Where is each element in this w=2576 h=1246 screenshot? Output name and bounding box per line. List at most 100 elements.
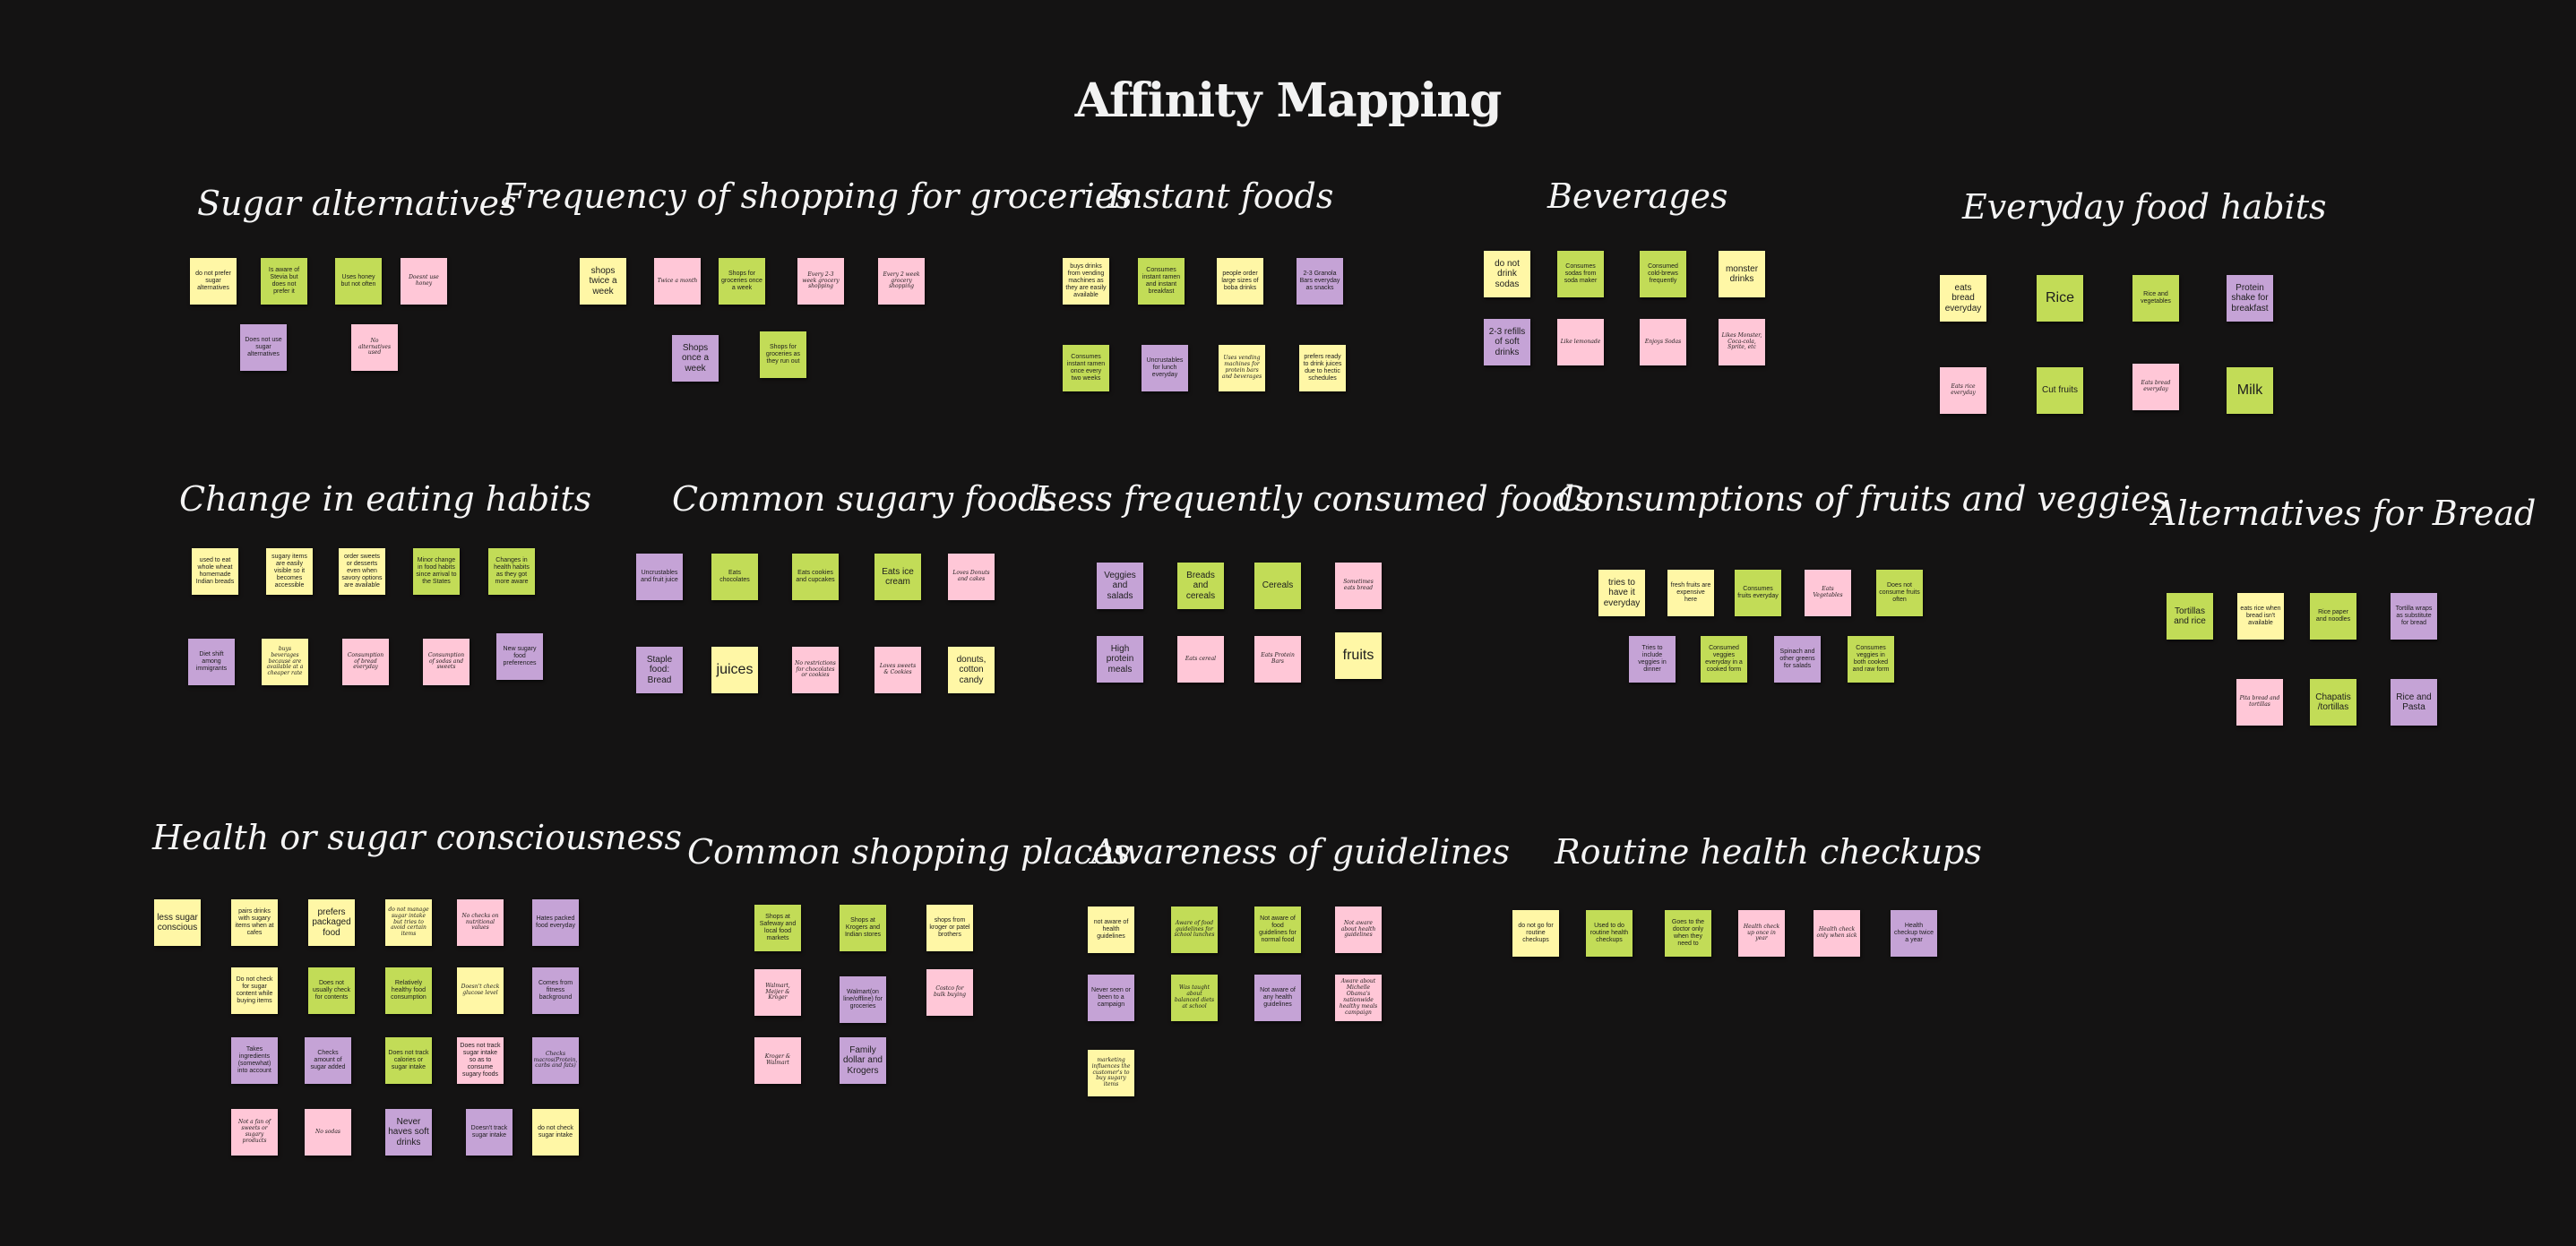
sticky-note-beverages[interactable]: Enjoys Sodas [1640, 319, 1686, 365]
sticky-note-routine-health-checkups[interactable]: Health checkup twice a year [1891, 910, 1937, 957]
cluster-title-change-in-eating-habits[interactable]: Change in eating habits [179, 482, 591, 516]
sticky-note-beverages[interactable]: do not drink sodas [1484, 251, 1530, 297]
sticky-note-awareness-of-guidelines[interactable]: Was taught about balanced diets at schoo… [1171, 975, 1218, 1021]
sticky-note-alternatives-for-bread[interactable]: eats rice when bread isn't available [2237, 593, 2284, 640]
sticky-note-consumptions-of-fruits-and-veggies[interactable]: Tries to include veggies in dinner [1629, 636, 1676, 683]
sticky-note-common-sugary-foods[interactable]: juices [711, 647, 758, 693]
sticky-note-sugar-alternatives[interactable]: Uses honey but not often [335, 258, 382, 305]
cluster-title-instant-foods[interactable]: Instant foods [1107, 179, 1333, 213]
sticky-note-awareness-of-guidelines[interactable]: not aware of health guidelines [1088, 907, 1134, 953]
cluster-title-beverages[interactable]: Beverages [1547, 179, 1728, 213]
sticky-note-alternatives-for-bread[interactable]: Rice and Pasta [2391, 679, 2437, 726]
sticky-note-common-sugary-foods[interactable]: Eats ice cream [874, 554, 921, 600]
sticky-note-alternatives-for-bread[interactable]: Pita bread and tortillas [2236, 679, 2283, 726]
sticky-note-everyday-food-habits[interactable]: eats bread everyday [1940, 275, 1986, 322]
sticky-note-frequency-of-shopping-for-groceries[interactable]: shops twice a week [580, 258, 626, 305]
cluster-title-frequency-of-shopping-for-groceries[interactable]: Frequency of shopping for groceries [502, 179, 1133, 213]
sticky-note-less-frequently-consumed-foods[interactable]: Breads and cereals [1177, 563, 1224, 609]
sticky-note-health-or-sugar-consciousness[interactable]: Hates packed food everyday [532, 899, 579, 946]
sticky-note-sugar-alternatives[interactable]: No alternatives used [351, 324, 398, 371]
sticky-note-less-frequently-consumed-foods[interactable]: fruits [1335, 632, 1382, 679]
sticky-note-everyday-food-habits[interactable]: Milk [2227, 367, 2273, 414]
sticky-note-common-sugary-foods[interactable]: Uncrustables and fruit juice [636, 554, 683, 600]
cluster-title-common-sugary-foods[interactable]: Common sugary foods [672, 482, 1057, 516]
sticky-note-instant-foods[interactable]: buys drinks from vending machines as the… [1063, 258, 1109, 305]
sticky-note-health-or-sugar-consciousness[interactable]: Comes from fitness background [532, 967, 579, 1014]
sticky-note-beverages[interactable]: monster drinks [1719, 251, 1765, 297]
cluster-title-consumptions-of-fruits-and-veggies[interactable]: Consumptions of fruits and veggies [1557, 482, 2168, 516]
sticky-note-common-shopping-places[interactable]: shops from kroger or patel brothers [926, 905, 973, 951]
sticky-note-change-in-eating-habits[interactable]: used to eat whole wheat homemade Indian … [192, 548, 238, 595]
sticky-note-health-or-sugar-consciousness[interactable]: Doesn't check glucose level [457, 967, 504, 1014]
sticky-note-awareness-of-guidelines[interactable]: Not aware of food guidelines for normal … [1254, 907, 1301, 953]
sticky-note-health-or-sugar-consciousness[interactable]: Checks amount of sugar added [305, 1037, 351, 1084]
sticky-note-change-in-eating-habits[interactable]: Changes in health habits as they got mor… [488, 548, 535, 595]
sticky-note-alternatives-for-bread[interactable]: Tortillas and rice [2167, 593, 2213, 640]
sticky-note-common-sugary-foods[interactable]: donuts, cotton candy [948, 647, 995, 693]
sticky-note-change-in-eating-habits[interactable]: sugary items are easily visible so it be… [266, 548, 313, 595]
sticky-note-health-or-sugar-consciousness[interactable]: No checks on nutritional values [457, 899, 504, 946]
sticky-note-sugar-alternatives[interactable]: do not prefer sugar alternatives [190, 258, 237, 305]
sticky-note-change-in-eating-habits[interactable]: Consumption of sodas and sweets [423, 639, 470, 685]
sticky-note-instant-foods[interactable]: Uses vending machines for protein bars a… [1219, 345, 1265, 391]
cluster-title-health-or-sugar-consciousness[interactable]: Health or sugar consciousness [152, 821, 682, 855]
sticky-note-common-sugary-foods[interactable]: Loves sweets & Cookies [874, 647, 921, 693]
sticky-note-change-in-eating-habits[interactable]: New sugary food preferences [496, 633, 543, 680]
sticky-note-change-in-eating-habits[interactable]: buys beverages because are available at … [262, 639, 308, 685]
sticky-note-instant-foods[interactable]: Consumes instant ramen and instant break… [1138, 258, 1185, 305]
sticky-note-less-frequently-consumed-foods[interactable]: Eats cereal [1177, 636, 1224, 683]
sticky-note-common-shopping-places[interactable]: Walmart(on line/offline) for groceries [840, 976, 886, 1023]
sticky-note-common-sugary-foods[interactable]: Eats cookies and cupcakes [792, 554, 839, 600]
sticky-note-change-in-eating-habits[interactable]: Minor change in food habits since arriva… [413, 548, 460, 595]
sticky-note-common-shopping-places[interactable]: Family dollar and Krogers [840, 1037, 886, 1084]
cluster-title-common-shopping-places[interactable]: Common shopping places [687, 835, 1130, 869]
sticky-note-instant-foods[interactable]: people order large sizes of boba drinks [1217, 258, 1263, 305]
sticky-note-awareness-of-guidelines[interactable]: Aware about Michelle Obama's nationwide … [1335, 975, 1382, 1021]
sticky-note-beverages[interactable]: Consumes sodas from soda maker [1557, 251, 1604, 297]
sticky-note-common-sugary-foods[interactable]: Loves Donuts and cakes [948, 554, 995, 600]
sticky-note-routine-health-checkups[interactable]: Used to do routine health checkups [1586, 910, 1633, 957]
sticky-note-health-or-sugar-consciousness[interactable]: Does not track sugar intake so as to con… [457, 1037, 504, 1084]
sticky-note-health-or-sugar-consciousness[interactable]: pairs drinks with sugary items when at c… [231, 899, 278, 946]
sticky-note-routine-health-checkups[interactable]: Health check up once in year [1738, 910, 1785, 957]
sticky-note-awareness-of-guidelines[interactable]: Not aware of any health guidelines [1254, 975, 1301, 1021]
sticky-note-instant-foods[interactable]: Consumes instant ramen once every two we… [1063, 345, 1109, 391]
sticky-note-change-in-eating-habits[interactable]: Diet shift among immigrants [188, 639, 235, 685]
sticky-note-consumptions-of-fruits-and-veggies[interactable]: Spinach and other greens for salads [1774, 636, 1821, 683]
sticky-note-sugar-alternatives[interactable]: Is aware of Stevia but does not prefer i… [261, 258, 307, 305]
sticky-note-everyday-food-habits[interactable]: Eats bread everyday [2132, 364, 2179, 410]
sticky-note-consumptions-of-fruits-and-veggies[interactable]: fresh fruits are expensive here [1667, 570, 1714, 616]
sticky-note-everyday-food-habits[interactable]: Eats rice everyday [1940, 367, 1986, 414]
sticky-note-common-sugary-foods[interactable]: Eats chocolates [711, 554, 758, 600]
sticky-note-health-or-sugar-consciousness[interactable]: Never haves soft drinks [385, 1109, 432, 1156]
sticky-note-everyday-food-habits[interactable]: Cut fruits [2037, 367, 2083, 414]
sticky-note-everyday-food-habits[interactable]: Protein shake for breakfast [2227, 275, 2273, 322]
cluster-title-awareness-of-guidelines[interactable]: Awareness of guidelines [1091, 835, 1510, 869]
cluster-title-routine-health-checkups[interactable]: Routine health checkups [1555, 835, 1982, 869]
sticky-note-health-or-sugar-consciousness[interactable]: Do not check for sugar content while buy… [231, 967, 278, 1014]
sticky-note-health-or-sugar-consciousness[interactable]: do not check sugar intake [532, 1109, 579, 1156]
sticky-note-beverages[interactable]: 2-3 refills of soft drinks [1484, 319, 1530, 365]
sticky-note-sugar-alternatives[interactable]: Doesnt use honey [401, 258, 447, 305]
sticky-note-health-or-sugar-consciousness[interactable]: Does not usually check for contents [308, 967, 355, 1014]
sticky-note-health-or-sugar-consciousness[interactable]: No sodas [305, 1109, 351, 1156]
sticky-note-frequency-of-shopping-for-groceries[interactable]: Twice a month [654, 258, 701, 305]
sticky-note-alternatives-for-bread[interactable]: Tortilla wraps as substitute for bread [2391, 593, 2437, 640]
cluster-title-everyday-food-habits[interactable]: Everyday food habits [1962, 190, 2326, 224]
sticky-note-routine-health-checkups[interactable]: Health check only when sick [1814, 910, 1860, 957]
sticky-note-consumptions-of-fruits-and-veggies[interactable]: Consumed veggies everyday in a cooked fo… [1701, 636, 1747, 683]
sticky-note-alternatives-for-bread[interactable]: Rice paper and noodles [2310, 593, 2356, 640]
sticky-note-common-shopping-places[interactable]: Walmart, Meijer & Kroger [754, 969, 801, 1016]
sticky-note-common-sugary-foods[interactable]: No restrictions for chocolates or cookie… [792, 647, 839, 693]
sticky-note-health-or-sugar-consciousness[interactable]: prefers packaged food [308, 899, 355, 946]
sticky-note-consumptions-of-fruits-and-veggies[interactable]: Does not consume fruits often [1876, 570, 1923, 616]
sticky-note-health-or-sugar-consciousness[interactable]: Checks macros(Protein, carbs and fats) [532, 1037, 579, 1084]
sticky-note-alternatives-for-bread[interactable]: Chapatis /tortillas [2310, 679, 2356, 726]
sticky-note-change-in-eating-habits[interactable]: Consumption of bread everyday [342, 639, 389, 685]
sticky-note-health-or-sugar-consciousness[interactable]: Does not track calories or sugar intake [385, 1037, 432, 1084]
sticky-note-frequency-of-shopping-for-groceries[interactable]: Every 2 week grocery shopping [878, 258, 925, 305]
sticky-note-everyday-food-habits[interactable]: Rice and vegetables [2132, 275, 2179, 322]
sticky-note-less-frequently-consumed-foods[interactable]: Veggies and salads [1097, 563, 1143, 609]
sticky-note-beverages[interactable]: Like lemonade [1557, 319, 1604, 365]
sticky-note-routine-health-checkups[interactable]: do not go for routine checkups [1512, 910, 1559, 957]
